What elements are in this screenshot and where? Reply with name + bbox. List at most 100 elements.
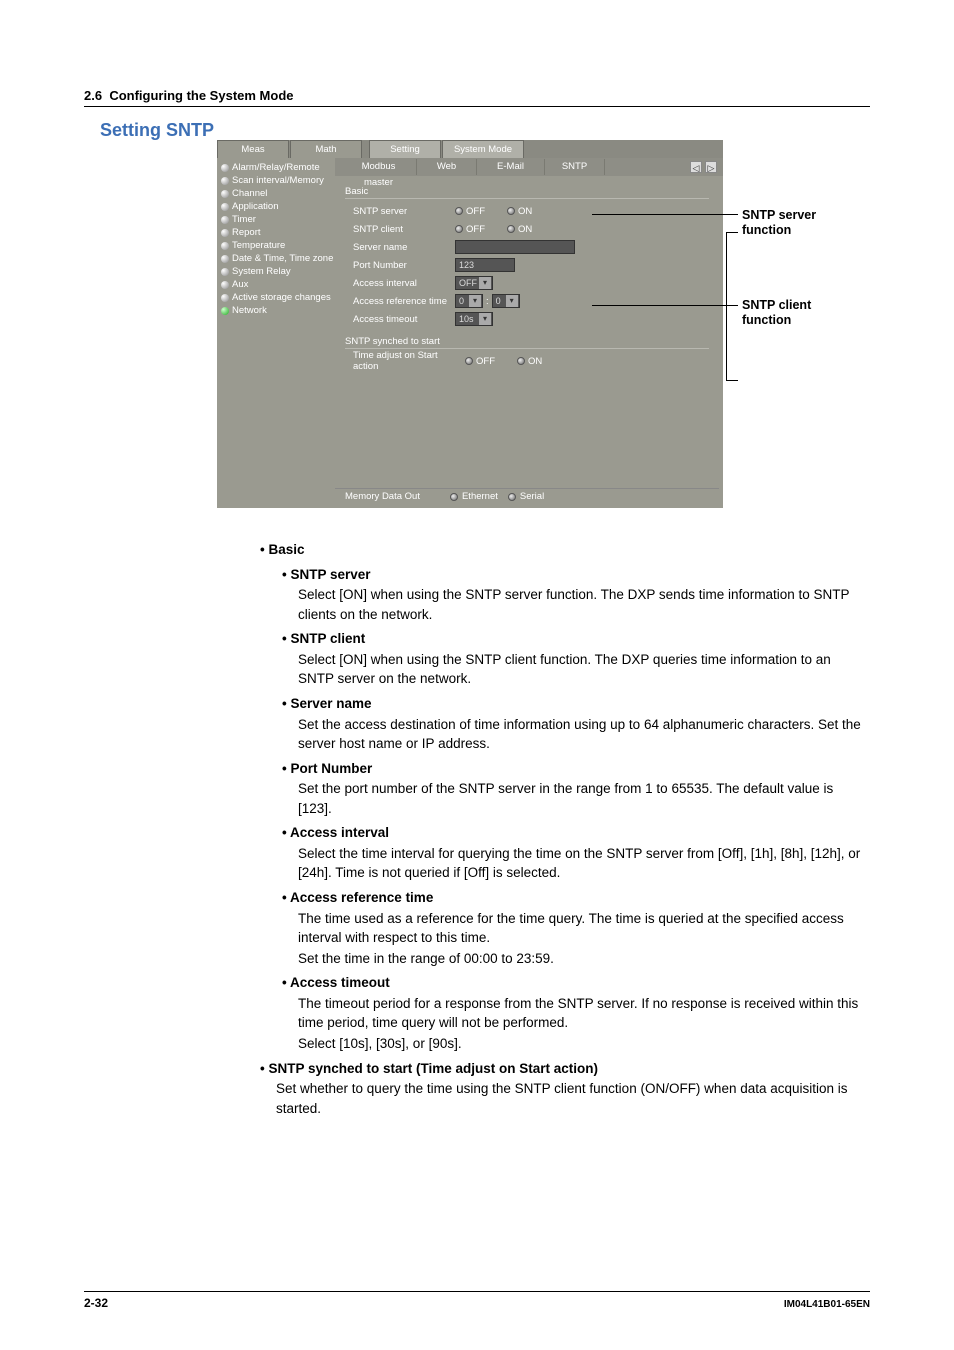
radio-off[interactable] (465, 357, 473, 365)
tab-setting[interactable]: Setting (369, 140, 441, 158)
desc-sync: Set whether to query the time using the … (276, 1079, 870, 1118)
header-rule (84, 106, 870, 107)
radio-off[interactable] (455, 225, 463, 233)
heading-port: Port Number (298, 759, 870, 779)
desc-ref2: Set the time in the range of 00:00 to 23… (298, 949, 870, 969)
desc-port: Set the port number of the SNTP server i… (298, 779, 870, 818)
row-server-name: Server name (345, 238, 709, 256)
desc-interval: Select the time interval for querying th… (298, 844, 870, 883)
heading-server-name: Server name (298, 694, 870, 714)
row-sntp-server: SNTP server OFF ON (345, 202, 709, 220)
subtab-sntp[interactable]: SNTP (545, 159, 605, 175)
sidebar-item-aux[interactable]: Aux (221, 278, 331, 291)
group-basic: Basic (345, 186, 709, 199)
input-port[interactable]: 123 (455, 258, 515, 272)
dot-icon (221, 281, 229, 289)
desc-sntp-server: Select [ON] when using the SNTP server f… (298, 585, 870, 624)
dropdown-interval[interactable]: OFF (455, 276, 493, 290)
heading-sntp-server: SNTP server (298, 565, 870, 585)
subtab-web[interactable]: Web (417, 159, 477, 175)
doc-id: IM04L41B01-65EN (784, 1299, 870, 1310)
dropdown-timeout[interactable]: 10s (455, 312, 493, 326)
input-server-name[interactable] (455, 240, 575, 254)
body-text: Basic SNTP server Select [ON] when using… (260, 535, 870, 1118)
sidebar-item-temperature[interactable]: Temperature (221, 239, 331, 252)
tab-row-1: Meas Math Setting System Mode (217, 140, 723, 158)
row-access-ref: Access reference time 0 : 0 (345, 292, 709, 310)
prev-button[interactable]: ◁ (690, 161, 702, 173)
sidebar-item-network[interactable]: Network (221, 304, 331, 317)
dot-icon (221, 268, 229, 276)
dot-icon (221, 307, 229, 315)
heading-sync: SNTP synched to start (Time adjust on St… (276, 1059, 870, 1079)
dot-icon (221, 164, 229, 172)
sidebar-item-active[interactable]: Active storage changes (221, 291, 331, 304)
dot-icon (221, 294, 229, 302)
desc-ref1: The time used as a reference for the tim… (298, 909, 870, 948)
radio-on[interactable] (507, 207, 515, 215)
dot-icon (221, 242, 229, 250)
tab-system-mode[interactable]: System Mode (442, 140, 524, 158)
callout-bracket (726, 232, 727, 380)
label-time-adjust: Time adjust on Start action (345, 350, 465, 372)
screenshot: Meas Math Setting System Mode Alarm/Rela… (217, 140, 723, 508)
tab-math[interactable]: Math (290, 140, 362, 158)
radio-on[interactable] (507, 225, 515, 233)
row-access-timeout: Access timeout 10s (345, 310, 709, 328)
callout-line-client (592, 305, 738, 306)
dot-icon (221, 190, 229, 198)
footer-rule (84, 1291, 870, 1292)
page-title: Setting SNTP (100, 120, 214, 141)
sidebar-item-systemrelay[interactable]: System Relay (221, 265, 331, 278)
heading-ref: Access reference time (298, 888, 870, 908)
callout-bracket-bottom (726, 380, 738, 381)
dot-icon (221, 229, 229, 237)
dropdown-ref-min[interactable]: 0 (492, 294, 520, 308)
content-pane: Basic SNTP server OFF ON SNTP client OFF… (335, 178, 719, 504)
page-number: 2-32 (84, 1296, 108, 1310)
row-time-adjust: Time adjust on Start action OFF ON (345, 352, 709, 370)
dropdown-ref-hour[interactable]: 0 (455, 294, 483, 308)
sidebar-item-scan[interactable]: Scan interval/Memory (221, 174, 331, 187)
radio-serial[interactable] (508, 493, 516, 501)
sidebar-item-report[interactable]: Report (221, 226, 331, 239)
radio-ethernet[interactable] (450, 493, 458, 501)
dot-icon (221, 177, 229, 185)
section-title: Configuring the System Mode (109, 88, 293, 103)
section-number: 2.6 (84, 88, 102, 103)
row-sntp-client: SNTP client OFF ON (345, 220, 709, 238)
heading-sntp-client: SNTP client (298, 629, 870, 649)
desc-server-name: Set the access destination of time infor… (298, 715, 870, 754)
callout-line-server (592, 214, 738, 215)
sidebar-item-application[interactable]: Application (221, 200, 331, 213)
bottom-bar: Memory Data Out Ethernet Serial (335, 488, 719, 504)
dot-icon (221, 203, 229, 211)
sidebar-item-date[interactable]: Date & Time, Time zone (221, 252, 331, 265)
group-synched: SNTP synched to start (345, 336, 709, 349)
memory-data-out: Memory Data Out (345, 491, 420, 502)
label-access-timeout: Access timeout (345, 314, 455, 325)
label-port: Port Number (345, 260, 455, 271)
radio-on[interactable] (517, 357, 525, 365)
callout-bracket-top (726, 232, 738, 233)
label-access-interval: Access interval (345, 278, 455, 289)
subtab-email[interactable]: E-Mail (477, 159, 545, 175)
sidebar-item-timer[interactable]: Timer (221, 213, 331, 226)
subtab-row: Modbus master Web E-Mail SNTP ◁ ▷ (335, 158, 723, 176)
tab-meas[interactable]: Meas (217, 140, 289, 158)
sidebar: Alarm/Relay/Remote Scan interval/Memory … (217, 158, 335, 320)
sidebar-item-channel[interactable]: Channel (221, 187, 331, 200)
subtab-modbus[interactable]: Modbus master (341, 159, 417, 175)
desc-sntp-client: Select [ON] when using the SNTP client f… (298, 650, 870, 689)
heading-interval: Access interval (298, 823, 870, 843)
label-sntp-client: SNTP client (345, 224, 455, 235)
dot-icon (221, 216, 229, 224)
desc-timeout2: Select [10s], [30s], or [90s]. (298, 1034, 870, 1054)
sidebar-item-alarm[interactable]: Alarm/Relay/Remote (221, 161, 331, 174)
callout-server: SNTP server function (742, 208, 832, 238)
heading-timeout: Access timeout (298, 973, 870, 993)
next-button[interactable]: ▷ (705, 161, 717, 173)
label-server-name: Server name (345, 242, 455, 253)
page-header: 2.6 Configuring the System Mode (84, 88, 293, 103)
radio-off[interactable] (455, 207, 463, 215)
